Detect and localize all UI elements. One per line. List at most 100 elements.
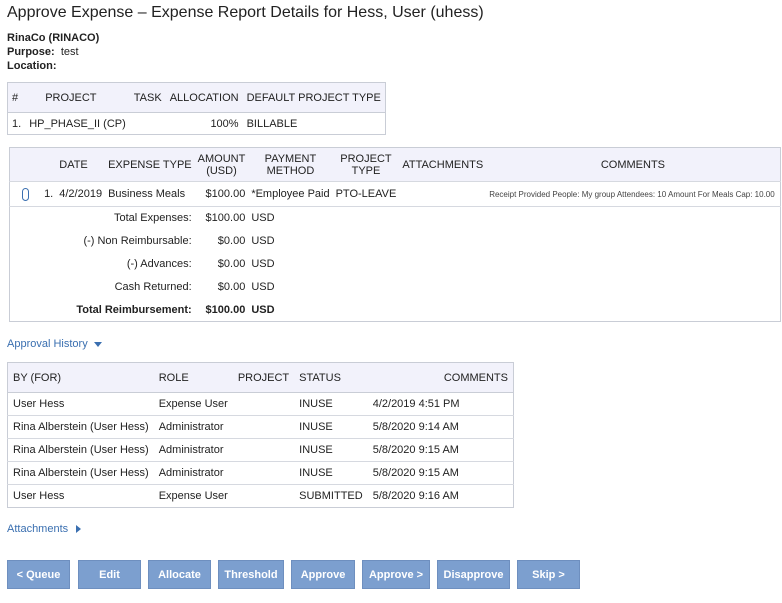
skip-button[interactable]: Skip > xyxy=(517,560,580,589)
summary-value: $100.00 xyxy=(205,303,246,316)
summary-value: $0.00 xyxy=(217,281,246,293)
col-header-allocation: ALLOCATION xyxy=(165,82,243,113)
col-header-payment-method: PAYMENT METHOD xyxy=(248,147,333,182)
by-for: User Hess xyxy=(7,392,154,416)
summary-currency: USD xyxy=(251,212,275,225)
project xyxy=(232,392,295,416)
summary-currency: USD xyxy=(251,258,275,270)
col-header-task: TASK xyxy=(129,82,166,113)
chevron-right-icon[interactable] xyxy=(76,525,82,534)
col-header-blank xyxy=(9,147,57,182)
chevron-down-icon[interactable] xyxy=(93,341,102,347)
col-header-project-type: PROJECT TYPE xyxy=(332,147,400,182)
table-row: 1. 4/2/2019 Business Meals $100.00 *Empl… xyxy=(9,181,781,207)
expense-row-cell: 1. xyxy=(9,181,57,207)
summary-currency: USD xyxy=(251,303,275,316)
comments: 5/8/2020 9:16 AM xyxy=(372,490,459,502)
approve-button[interactable]: Approve xyxy=(291,560,355,589)
expense-attachments xyxy=(399,181,487,207)
summary-currency: USD xyxy=(251,281,275,293)
col-header-role: ROLE xyxy=(153,362,233,393)
status: INUSE xyxy=(294,438,368,462)
expense-type: Business Meals xyxy=(105,181,195,207)
location-line: Location: xyxy=(7,60,57,72)
role: Expense User xyxy=(158,490,228,502)
disapprove-button[interactable]: Disapprove xyxy=(437,560,510,589)
summary-currency: USD xyxy=(251,235,275,247)
role: Administrator xyxy=(153,415,233,439)
table-row: 1. HP_PHASE_II (CP) 100% BILLABLE xyxy=(8,113,386,135)
by-for: Rina Alberstein (User Hess) xyxy=(7,461,154,485)
project-type: BILLABLE xyxy=(246,117,298,130)
col-header-amount: AMOUNT (USD) xyxy=(194,147,249,182)
col-header-num: # xyxy=(7,82,26,113)
summary-label: (-) Advances: xyxy=(126,258,192,270)
summary-value: $0.00 xyxy=(217,235,246,247)
role: Administrator xyxy=(153,438,233,462)
col-header-status: STATUS xyxy=(294,362,368,393)
approval-history-header: BY (FOR) ROLE PROJECT STATUS COMMENTS xyxy=(7,362,514,393)
status: SUBMITTED xyxy=(299,490,363,502)
comments: 5/8/2020 9:14 AM xyxy=(367,415,514,439)
expense-table: DATE EXPENSE TYPE AMOUNT (USD) PAYMENT MET… xyxy=(9,147,781,322)
table-row: Rina Alberstein (User Hess) Administrato… xyxy=(7,438,514,462)
by-for: Rina Alberstein (User Hess) xyxy=(7,415,154,439)
approval-history-toggle[interactable]: Approval History xyxy=(7,338,102,350)
project-name: HP_PHASE_II (CP) xyxy=(29,117,126,130)
payment-method: *Employee Paid xyxy=(248,181,333,207)
allocate-button[interactable]: Allocate xyxy=(148,560,211,589)
approval-history-table: BY (FOR) ROLE PROJECT STATUS COMMENTS Us… xyxy=(7,362,514,508)
table-row: User Hess Expense User SUBMITTED 5/8/202… xyxy=(8,485,514,508)
by-for: Rina Alberstein (User Hess) xyxy=(7,438,154,462)
col-header-expense-type: EXPENSE TYPE xyxy=(105,147,195,182)
attachments-label[interactable]: Attachments xyxy=(7,523,68,535)
comments: 4/2/2019 4:51 PM xyxy=(367,392,514,416)
role: Expense User xyxy=(153,392,233,416)
col-header-project: PROJECT xyxy=(25,82,130,113)
expense-amount: $100.00 xyxy=(194,181,249,207)
summary-label: Total Expenses: xyxy=(113,212,192,225)
by-for: User Hess xyxy=(13,490,65,502)
expense-date: 4/2/2019 xyxy=(56,181,106,207)
summary-label: (-) Non Reimbursable: xyxy=(83,235,192,247)
expense-project-type: PTO-LEAVE xyxy=(332,181,400,207)
project-table: # PROJECT TASK ALLOCATION DEFAULT PROJEC… xyxy=(7,82,386,135)
page-title: Approve Expense – Expense Report Details… xyxy=(7,4,484,21)
comments: 5/8/2020 9:15 AM xyxy=(367,438,514,462)
edit-button[interactable]: Edit xyxy=(78,560,141,589)
project xyxy=(232,438,295,462)
queue-button[interactable]: < Queue xyxy=(7,560,70,589)
comments: 5/8/2020 9:15 AM xyxy=(367,461,514,485)
purpose-line: Purpose: test xyxy=(7,46,79,58)
table-row: Rina Alberstein (User Hess) Administrato… xyxy=(7,415,514,439)
project-table-header: # PROJECT TASK ALLOCATION DEFAULT PROJEC… xyxy=(7,82,386,113)
status: INUSE xyxy=(294,415,368,439)
role: Administrator xyxy=(153,461,233,485)
status: INUSE xyxy=(294,461,368,485)
allocation-value: 100% xyxy=(210,117,239,130)
attachments-toggle[interactable]: Attachments xyxy=(7,523,82,535)
col-header-default-project-type: DEFAULT PROJECT TYPE xyxy=(242,82,386,113)
project xyxy=(233,485,294,508)
summary-row: (-) Non Reimbursable: $0.00 USD xyxy=(10,230,781,253)
threshold-button[interactable]: Threshold xyxy=(218,560,284,589)
row-num: 1. xyxy=(44,187,54,200)
summary-row: Total Expenses: $100.00 USD xyxy=(10,207,781,230)
expense-table-header: DATE EXPENSE TYPE AMOUNT (USD) PAYMENT MET… xyxy=(9,147,781,182)
project xyxy=(232,461,295,485)
paperclip-icon[interactable] xyxy=(22,187,29,201)
table-row: User Hess Expense User INUSE 4/2/2019 4:… xyxy=(7,392,514,416)
row-num: 1. xyxy=(12,117,22,130)
col-header-comments: COMMENTS xyxy=(486,147,781,182)
task-name xyxy=(130,113,166,135)
approval-history-label[interactable]: Approval History xyxy=(7,338,88,350)
approve-next-button[interactable]: Approve > xyxy=(362,560,430,589)
summary-row: Cash Returned: $0.00 USD xyxy=(10,276,781,299)
col-header-comments: COMMENTS xyxy=(367,362,514,393)
col-header-project: PROJECT xyxy=(232,362,295,393)
summary-value: $0.00 xyxy=(217,258,246,270)
summary-value: $100.00 xyxy=(205,212,246,225)
col-header-date: DATE xyxy=(56,147,106,182)
expense-comments: Receipt Provided People: My group Attend… xyxy=(486,181,781,207)
col-header-by: BY (FOR) xyxy=(7,362,154,393)
